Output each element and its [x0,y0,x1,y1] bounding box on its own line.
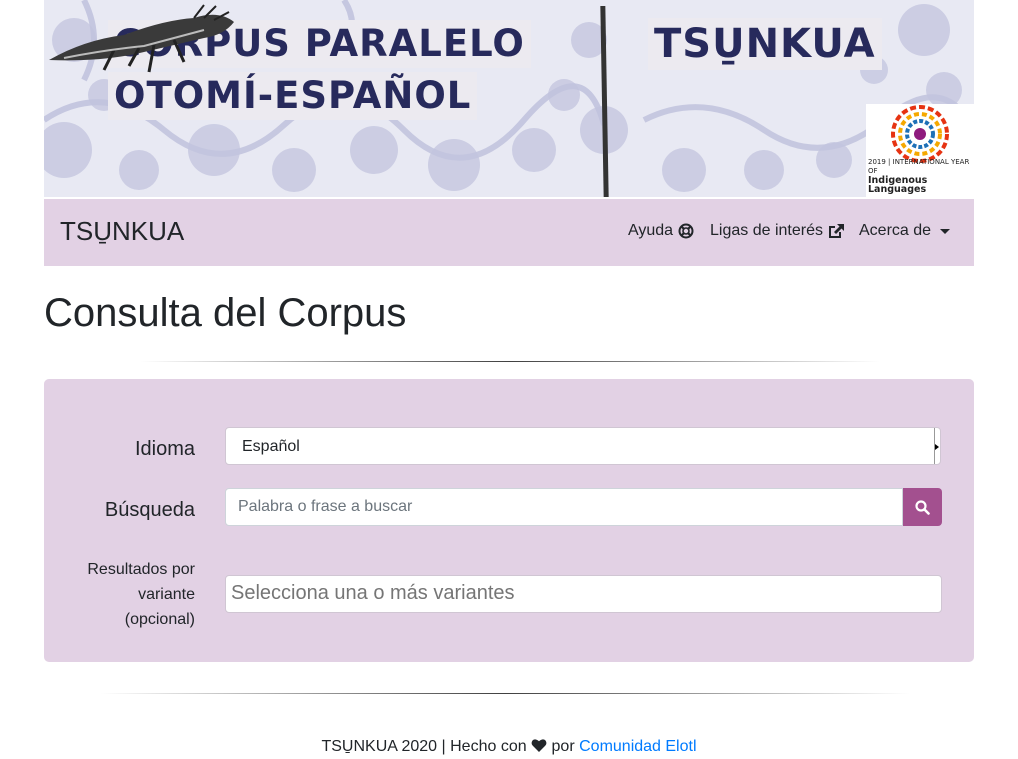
nav-item-acerca[interactable]: Acerca de [859,222,951,240]
iyil-2019-logo: 2019 | INTERNATIONAL YEAR OF Indigenous … [866,104,974,197]
axolotl-illustration [49,4,234,73]
iyil-caption-big: Indigenous Languages [868,175,928,195]
variantes-multiselect[interactable]: Selecciona una o más variantes [225,575,942,613]
top-navbar: TSU̱NKUA Ayuda Ligas de interés Acerca d… [44,199,974,266]
select-arrow-icon [934,428,940,464]
idioma-label: Idioma [134,438,195,460]
variantes-placeholder: Selecciona una o más variantes [231,582,515,604]
footer-prefix: TSU̱NKUA 2020 | Hecho con [321,738,527,755]
header-banner: CORPUS PARALELO OTOMÍ-ESPAÑOL TSU̱NKUA 2… [44,0,974,197]
banner-brand: TSU̱NKUA [648,18,882,70]
caret-down-icon [940,228,951,234]
search-input[interactable] [225,488,903,526]
page-title: Consulta del Corpus [44,291,407,335]
idioma-select-value: Español [242,438,300,455]
nav-item-ayuda[interactable]: Ayuda [628,222,694,240]
divider-bottom [100,693,910,694]
busqueda-label: Búsqueda [104,499,195,521]
resultados-label: Resultados por variante (opcional) [87,561,195,628]
navbar-brand[interactable]: TSU̱NKUA [60,216,184,247]
footer-link-comunidad-elotl[interactable]: Comunidad Elotl [579,738,696,755]
idioma-select[interactable]: Español [225,427,941,465]
nav-item-ayuda-label: Ayuda [628,222,674,239]
footer-middle: por [551,738,575,755]
nav-item-ligas[interactable]: Ligas de interés [710,222,845,240]
heart-icon [531,739,547,752]
iyil-caption-small: 2019 | INTERNATIONAL YEAR OF [868,158,970,175]
nav-item-ligas-label: Ligas de interés [710,222,823,239]
divider-top [140,361,880,362]
search-form-panel: Idioma Español Búsqueda Resultados por v… [44,379,974,662]
external-link-icon [828,224,844,238]
footer: TSU̱NKUA 2020 | Hecho con por Comunidad … [0,738,1018,756]
nav-item-acerca-label: Acerca de [859,222,932,239]
search-icon [915,499,930,515]
iyil-emblem-icon [891,105,949,163]
iyil-caption: 2019 | INTERNATIONAL YEAR OF Indigenous … [868,158,974,194]
life-ring-icon [678,223,694,239]
search-button[interactable] [903,488,942,526]
